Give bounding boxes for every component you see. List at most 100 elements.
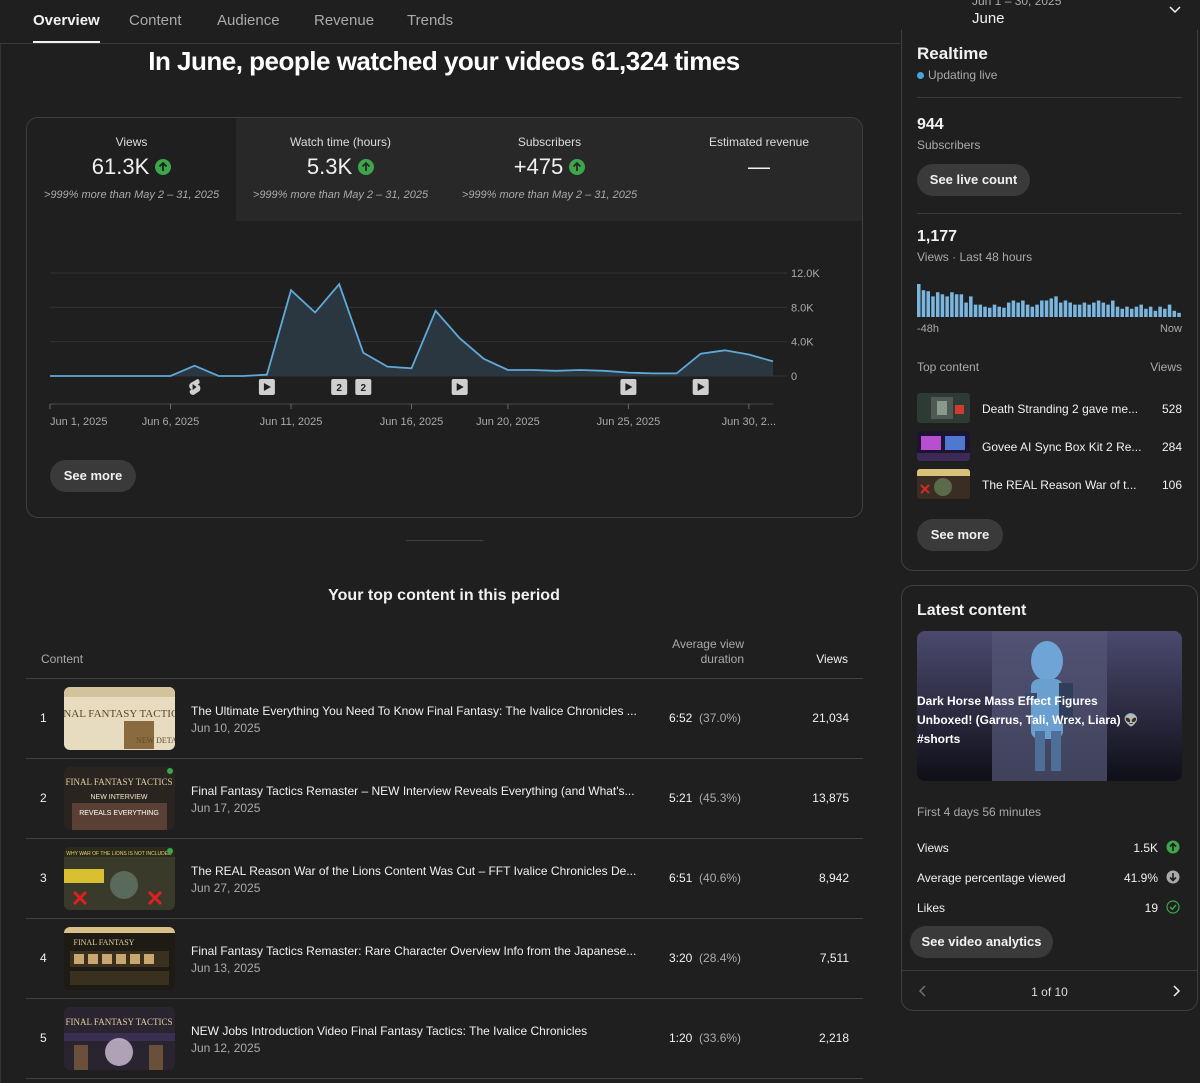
realtime-bar-chart[interactable] (917, 282, 1182, 317)
top-content-title: Your top content in this period (328, 587, 560, 604)
latest-video-title[interactable]: Dark Horse Mass Effect Figures Unboxed! … (917, 692, 1152, 749)
see-more-button[interactable]: See more (50, 460, 136, 492)
realtime-top-item[interactable]: Death Stranding 2 gave me... 528 (917, 393, 1182, 425)
video-date: Jun 27, 2025 (191, 881, 261, 895)
video-thumbnail[interactable]: FINAL FANTASY TACTICS NEW INTERVIEW REVEAL… (64, 767, 175, 830)
video-thumbnail[interactable]: FINAL FANTASY TACTICS NEW DETAILS (64, 687, 175, 750)
video-title[interactable]: The REAL Reason War of the Lions Content… (191, 864, 651, 878)
stat-views: Views 1.5K (917, 840, 1182, 861)
count-marker-icon[interactable]: 2 (355, 379, 372, 395)
realtime-bar (992, 304, 997, 317)
realtime-see-more-button[interactable]: See more (917, 519, 1003, 551)
metric-revenue[interactable]: Estimated revenue — (654, 118, 862, 221)
table-row[interactable]: 3 WHY WAR OF THE LIONS IS NOT INCLUDED The… (26, 839, 863, 919)
svg-text:WHY WAR OF THE LIONS IS NOT IN: WHY WAR OF THE LIONS IS NOT INCLUDED (66, 851, 172, 857)
axis-start-label: -48h (917, 323, 940, 335)
realtime-top-item[interactable]: Govee AI Sync Box Kit 2 Re... 284 (917, 431, 1182, 463)
tabs-divider (0, 43, 900, 44)
realtime-bar (1177, 312, 1181, 317)
metric-value: 5.3K (236, 154, 445, 180)
realtime-bar (997, 306, 1001, 317)
chevron-down-icon[interactable] (1168, 3, 1182, 17)
col-views-header[interactable]: Views (790, 652, 848, 666)
count-marker-icon[interactable]: 2 (331, 379, 348, 395)
video-title[interactable]: NEW Jobs Introduction Video Final Fantas… (191, 1024, 651, 1038)
live-dot-icon (917, 72, 924, 80)
video-marker-icon[interactable] (620, 379, 637, 395)
video-title[interactable]: Final Fantasy Tactics Remaster: Rare Cha… (191, 944, 651, 958)
metric-value: — (654, 154, 862, 180)
svg-text:2: 2 (336, 383, 342, 394)
stat-average-percentage: Average percentage viewed 41.9% (917, 870, 1182, 891)
realtime-bar (1144, 308, 1148, 317)
divider (917, 213, 1182, 214)
video-title: Govee AI Sync Box Kit 2 Re... (982, 440, 1142, 454)
shorts-marker-icon[interactable] (189, 379, 201, 395)
tab-audience[interactable]: Audience (217, 12, 280, 44)
realtime-bar (1082, 302, 1087, 317)
video-title[interactable]: Final Fantasy Tactics Remaster – NEW Int… (191, 784, 651, 798)
divider (917, 97, 1182, 98)
tab-overview[interactable]: Overview (33, 12, 100, 44)
chevron-right-icon[interactable] (1170, 984, 1182, 998)
avd-percent: (37.0%) (699, 711, 742, 725)
video-thumbnail (917, 469, 970, 499)
stat-value: 41.9% (1123, 871, 1158, 885)
video-views: 7,511 (819, 951, 849, 965)
video-date: Jun 10, 2025 (191, 721, 261, 735)
stat-label: Views (917, 841, 949, 855)
metric-label: Subscribers (517, 135, 582, 149)
x-tick-label: Jun 25, 2025 (597, 416, 661, 428)
metric-watch-time[interactable]: Watch time (hours) 5.3K >999% more than … (236, 118, 445, 221)
video-date: Jun 13, 2025 (191, 961, 261, 975)
views-area (50, 284, 773, 376)
stat-value: 1.5K (1133, 841, 1158, 855)
col-avd-header[interactable]: Average view duration (664, 637, 744, 667)
realtime-bar (1030, 306, 1035, 317)
table-row[interactable]: 4 FINAL FANTASY Final Fantasy Tactics Rema… (26, 919, 863, 999)
average-view-duration: 5:21 (45.3%) (669, 791, 741, 805)
video-thumbnail[interactable]: WHY WAR OF THE LIONS IS NOT INCLUDED (64, 847, 175, 910)
realtime-views-label: Views · Last 48 hours (917, 250, 1033, 264)
date-month-label: June (972, 10, 1005, 27)
svg-text:NEW INTERVIEW: NEW INTERVIEW (90, 794, 147, 801)
video-thumbnail[interactable]: FINAL FANTASY (64, 927, 175, 990)
realtime-bar (1134, 306, 1139, 317)
video-thumbnail[interactable]: FINAL FANTASY TACTICS (64, 1007, 175, 1070)
row-rank: 4 (40, 951, 47, 965)
y-tick-label: 0 (791, 371, 797, 383)
tab-revenue[interactable]: Revenue (314, 12, 374, 44)
table-row[interactable]: 2 FINAL FANTASY TACTICS NEW INTERVIEW REVEA… (26, 759, 863, 839)
realtime-top-item[interactable]: The REAL Reason War of t... 106 (917, 469, 1182, 501)
col-content-header: Content (41, 652, 84, 666)
video-date: Jun 17, 2025 (191, 801, 261, 815)
realtime-bar (964, 302, 968, 317)
realtime-bar (1063, 300, 1068, 317)
see-video-analytics-button[interactable]: See video analytics (910, 926, 1053, 958)
table-row[interactable]: 1 FINAL FANTASY TACTICS NEW DETAILS The Ult… (26, 679, 863, 759)
realtime-bar (1167, 304, 1172, 317)
metric-comparison: >999% more than May 2 – 31, 2025 (252, 189, 429, 201)
video-marker-icon[interactable] (692, 379, 709, 395)
realtime-bar (950, 292, 954, 317)
tab-content[interactable]: Content (129, 12, 182, 44)
arrow-up-icon (155, 159, 172, 175)
realtime-bar (1129, 308, 1134, 317)
svg-text:NEW DETAILS: NEW DETAILS (136, 736, 175, 745)
metric-subscribers[interactable]: Subscribers +475 >999% more than May 2 –… (445, 118, 654, 221)
y-tick-label: 8.0K (791, 302, 814, 314)
arrow-up-icon (358, 159, 375, 175)
table-row[interactable]: 5 FINAL FANTASY TACTICS NEW Jobs Introduct… (26, 999, 863, 1079)
video-marker-icon[interactable] (451, 379, 468, 395)
latest-content-title: Latest content (917, 602, 1027, 619)
video-title[interactable]: The Ultimate Everything You Need To Know… (191, 704, 651, 718)
video-marker-icon[interactable] (258, 379, 275, 395)
views-chart[interactable]: 12.0K 8.0K 4.0K 0 2 2 Jun 1, 2025 Jun 6, 2025 Ju… (27, 221, 863, 436)
tab-trends[interactable]: Trends (407, 12, 453, 44)
row-rank: 2 (40, 791, 47, 805)
video-views: 284 (1161, 440, 1182, 454)
metric-value: +475 (445, 154, 654, 180)
metric-views[interactable]: Views 61.3K >999% more than May 2 – 31, … (27, 118, 236, 221)
see-live-count-button[interactable]: See live count (917, 164, 1030, 196)
video-views: 2,218 (818, 1031, 849, 1045)
